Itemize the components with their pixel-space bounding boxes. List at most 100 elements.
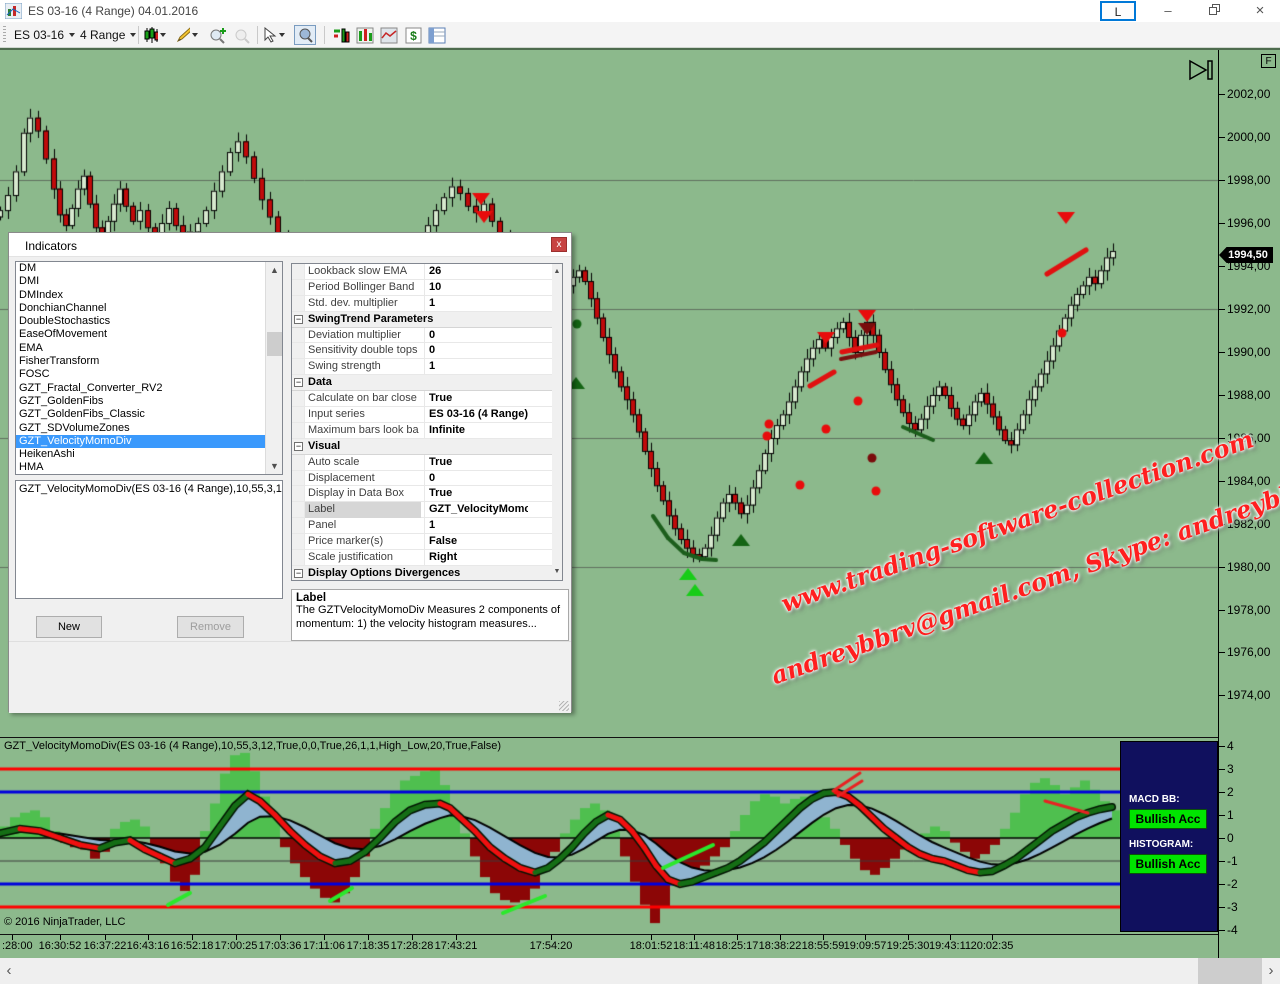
new-button[interactable]: New: [36, 616, 102, 638]
property-row[interactable]: Lookback slow EMA26: [292, 264, 562, 280]
indicator-list-item[interactable]: DonchianChannel: [16, 302, 282, 315]
scrollbar-thumb[interactable]: [1198, 958, 1262, 984]
indicator-list-item[interactable]: EaseOfMovement: [16, 328, 282, 341]
indicator-list-item[interactable]: FisherTransform: [16, 355, 282, 368]
chevron-down-icon: [130, 33, 136, 37]
scroll-down-arrow[interactable]: ▼: [552, 564, 562, 580]
indicator-tick: [1218, 769, 1225, 770]
ninjatrader-window: ES 03-16 (4 Range) 04.01.2016 L – × ES 0…: [0, 0, 1280, 984]
property-row[interactable]: Scale justificationRight: [292, 550, 562, 566]
property-row[interactable]: Auto scaleTrue: [292, 455, 562, 471]
indicator-list-item[interactable]: GZT_SDVolumeZones: [16, 422, 282, 435]
dialog-close-button[interactable]: x: [551, 237, 567, 252]
go-to-end-icon[interactable]: [1188, 59, 1216, 88]
indicator-list-item[interactable]: FOSC: [16, 368, 282, 381]
indicators-button[interactable]: [330, 25, 352, 45]
dialog-titlebar[interactable]: Indicators x: [9, 233, 571, 257]
grid-scrollbar[interactable]: ▲▼: [552, 264, 562, 580]
toolbar-separator: [257, 26, 258, 44]
property-row[interactable]: Input seriesES 03-16 (4 Range): [292, 407, 562, 423]
chevron-down-icon: [192, 33, 198, 37]
fit-scale-button[interactable]: F: [1261, 54, 1276, 68]
indicator-list[interactable]: DMDMIDMIndexDonchianChannelDoubleStochas…: [15, 261, 283, 475]
property-row[interactable]: Period Bollinger Band10: [292, 280, 562, 296]
property-grid[interactable]: Lookback slow EMA26Period Bollinger Band…: [291, 263, 563, 581]
drawing-tools-button[interactable]: [176, 25, 198, 45]
cursor-icon: [263, 27, 277, 43]
list-scrollbar[interactable]: ▲ ▼: [265, 262, 282, 474]
scroll-up-arrow[interactable]: ▲: [266, 262, 283, 278]
time-axis-label: 18:38:22: [759, 940, 802, 952]
indicator-tick: [1218, 838, 1225, 839]
resize-grip[interactable]: [559, 701, 569, 711]
configured-indicator-list[interactable]: GZT_VelocityMomoDiv(ES 03-16 (4 Range),1…: [15, 480, 283, 599]
indicator-list-item[interactable]: GZT_GoldenFibs_Classic: [16, 408, 282, 421]
property-category[interactable]: −SwingTrend Parameters: [292, 312, 562, 328]
scroll-up-arrow[interactable]: ▲: [552, 264, 562, 280]
property-row[interactable]: Deviation multiplier0: [292, 328, 562, 344]
scroll-left-arrow[interactable]: ‹: [0, 958, 18, 984]
indicator-list-item[interactable]: HMA: [16, 461, 282, 474]
account-data-button[interactable]: $: [402, 25, 424, 45]
property-category[interactable]: −Display Options Divergences: [292, 566, 562, 581]
cursor-button[interactable]: [263, 25, 285, 45]
indicator-panel-canvas[interactable]: [0, 738, 1280, 934]
price-tick: [1218, 309, 1225, 310]
scroll-down-arrow[interactable]: ▼: [266, 458, 283, 474]
property-row[interactable]: Displacement0: [292, 471, 562, 487]
horizontal-scrollbar[interactable]: ‹ ›: [0, 958, 1280, 984]
indicator-list-item[interactable]: DMI: [16, 275, 282, 288]
time-axis-label: 17:03:36: [259, 940, 302, 952]
indicator-list-item[interactable]: GZT_Fractal_Converter_RV2: [16, 382, 282, 395]
instrument-selector[interactable]: ES 03-16: [10, 25, 79, 45]
collapse-icon[interactable]: −: [294, 315, 303, 324]
zoom-out-button[interactable]: [231, 25, 253, 45]
property-category[interactable]: −Visual: [292, 439, 562, 455]
property-row[interactable]: LabelGZT_VelocityMomoDiv: [292, 502, 562, 518]
row-indent: [292, 518, 305, 533]
property-row[interactable]: Price marker(s)False: [292, 534, 562, 550]
zoom-in-button[interactable]: [206, 25, 228, 45]
save-chart-image-button[interactable]: [378, 25, 400, 45]
price-axis-label: 1978,00: [1227, 603, 1270, 617]
minimize-button[interactable]: –: [1150, 1, 1186, 21]
indicator-list-item[interactable]: DMIndex: [16, 289, 282, 302]
crosshair-button[interactable]: [294, 25, 316, 45]
property-row[interactable]: Swing strength1: [292, 359, 562, 375]
collapse-icon[interactable]: −: [294, 569, 303, 578]
toolbar-grip[interactable]: [3, 26, 6, 44]
description-title: Label: [296, 592, 564, 604]
row-indent: [292, 486, 305, 501]
scrollbar-thumb[interactable]: [267, 332, 282, 356]
property-row[interactable]: Display in Data BoxTrue: [292, 486, 562, 502]
interval-selector[interactable]: 4 Range: [76, 25, 140, 45]
property-row[interactable]: Calculate on bar closeTrue: [292, 391, 562, 407]
indicator-list-item[interactable]: GZT_GoldenFibs: [16, 395, 282, 408]
collapse-icon[interactable]: −: [294, 442, 303, 451]
restore-button[interactable]: [1196, 1, 1232, 21]
data-box-button[interactable]: [426, 25, 448, 45]
indicator-list-item[interactable]: HeikenAshi: [16, 448, 282, 461]
chart-trader-button[interactable]: [354, 25, 376, 45]
property-row[interactable]: Std. dev. multiplier1: [292, 296, 562, 312]
time-axis-label: 19:43:11: [929, 940, 971, 952]
scroll-right-arrow[interactable]: ›: [1262, 958, 1280, 984]
chart-style-button[interactable]: [144, 25, 166, 45]
indicator-list-item[interactable]: EMA: [16, 342, 282, 355]
time-axis-label: 19:25:30: [887, 940, 930, 952]
indicator-list-item[interactable]: DM: [16, 262, 282, 275]
configured-indicator-item[interactable]: GZT_VelocityMomoDiv(ES 03-16 (4 Range),1…: [16, 481, 282, 495]
property-row[interactable]: Sensitivity double tops0: [292, 343, 562, 359]
property-category[interactable]: −Data: [292, 375, 562, 391]
time-axis[interactable]: :28:0016:30:5216:37:2216:43:1616:52:1817…: [0, 935, 1218, 958]
link-button[interactable]: L: [1100, 1, 1136, 21]
chevron-down-icon: [69, 33, 75, 37]
row-indent: [292, 264, 305, 279]
property-row[interactable]: Maximum bars look baInfinite: [292, 423, 562, 439]
panel-divider[interactable]: [0, 737, 1218, 738]
indicator-list-item[interactable]: GZT_VelocityMomoDiv: [16, 435, 282, 448]
indicator-list-item[interactable]: DoubleStochastics: [16, 315, 282, 328]
collapse-icon[interactable]: −: [294, 378, 303, 387]
property-row[interactable]: Panel1: [292, 518, 562, 534]
close-button[interactable]: ×: [1242, 1, 1278, 21]
